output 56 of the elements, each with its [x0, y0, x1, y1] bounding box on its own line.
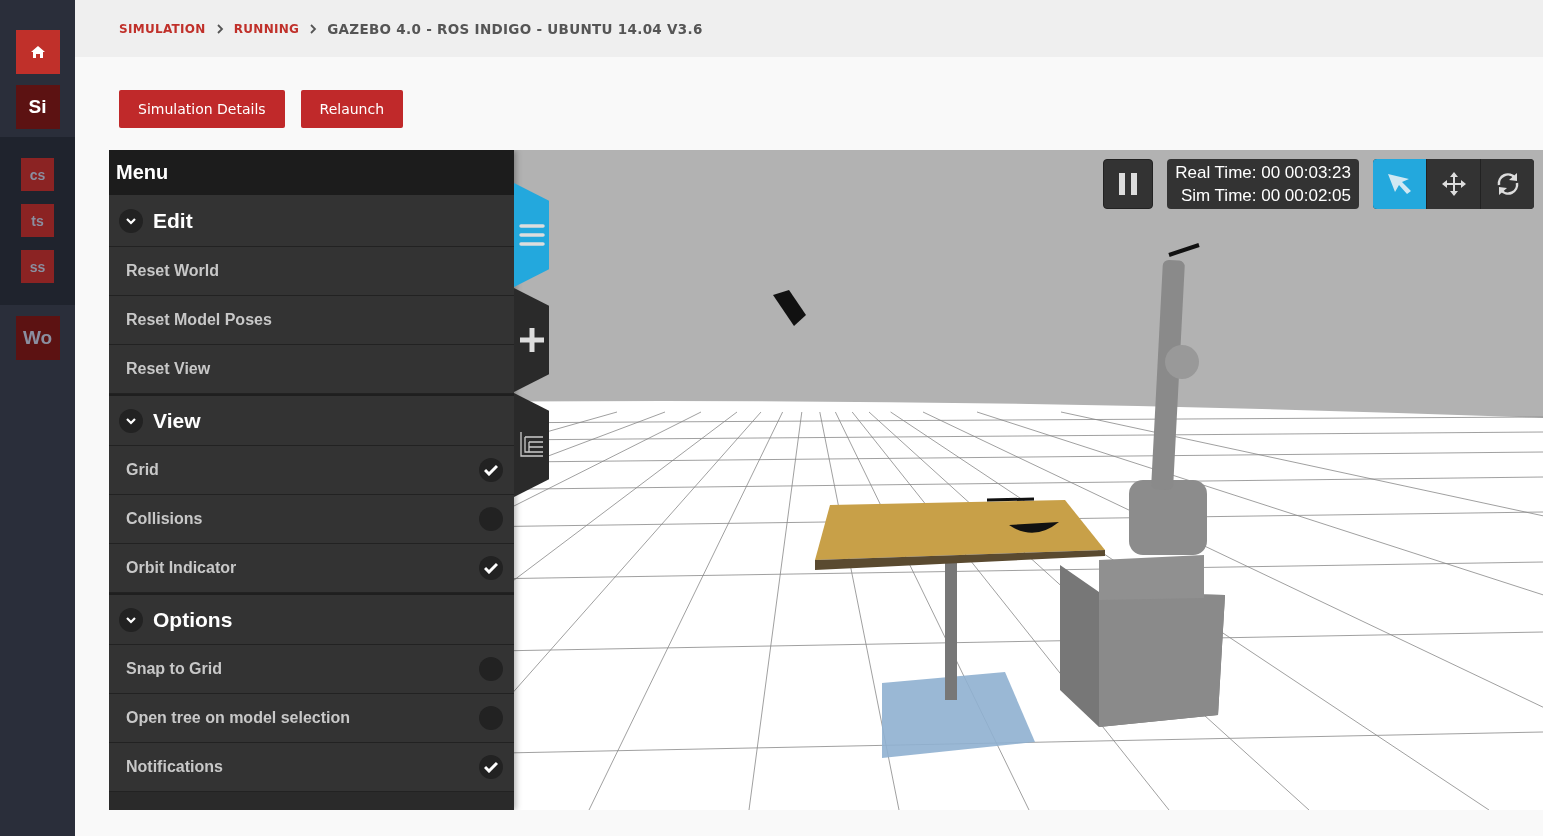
cursor-icon — [1386, 173, 1413, 195]
toggle-checkbox[interactable] — [479, 556, 503, 580]
mode-button[interactable] — [1427, 159, 1480, 209]
menu-title: Menu — [109, 150, 514, 195]
menu-item-label: Grid — [126, 461, 159, 479]
menu-item-label: Snap to Grid — [126, 660, 222, 678]
real-time-text: Real Time: 00 00:03:23 — [1175, 162, 1351, 184]
section-title: Edit — [153, 208, 193, 233]
menu-item-label: Reset View — [126, 360, 211, 378]
menu-section-header[interactable]: Edit — [109, 195, 514, 247]
check-icon — [484, 761, 498, 773]
bowl-drawing — [1009, 522, 1059, 533]
pause-icon — [1119, 173, 1138, 195]
details-button[interactable]: Simulation Details — [119, 90, 285, 128]
menu-item[interactable]: Grid — [109, 446, 514, 495]
breadcrumb-current: GAZEBO 4.0 - ROS INDIGO - UBUNTU 14.04 V3.6 — [327, 20, 703, 37]
check-icon — [484, 562, 498, 574]
menu-item-label: Reset World — [126, 262, 220, 280]
toggle-checkbox[interactable] — [479, 458, 503, 482]
menu-item[interactable]: Reset View — [109, 345, 514, 394]
menu-item-label: Orbit Indicator — [126, 559, 237, 577]
sidebar-item[interactable]: Wo — [15, 316, 60, 360]
home-button[interactable] — [15, 30, 60, 74]
menu-item-label: Open tree on model selection — [126, 709, 351, 727]
menu-item[interactable]: Reset World — [109, 247, 514, 296]
menu-item-label: Notifications — [126, 758, 223, 776]
side-tab[interactable] — [514, 393, 549, 497]
relaunch-button[interactable]: Relaunch — [300, 90, 404, 128]
menu-item[interactable]: Orbit Indicator — [109, 544, 514, 593]
plus-icon — [518, 327, 545, 353]
menu-section-header[interactable]: View — [109, 394, 514, 446]
pause-button[interactable] — [1103, 159, 1154, 209]
menu-item-label: Collisions — [126, 510, 203, 528]
move-arrows-icon — [1440, 171, 1467, 197]
floating-object-drawing — [773, 290, 806, 326]
menu-section-header[interactable]: Options — [109, 593, 514, 645]
check-icon — [484, 464, 498, 476]
menu-item-label: Reset Model Poses — [126, 311, 272, 329]
sidebar-item[interactable]: Si — [15, 85, 60, 129]
breadcrumb-link[interactable]: RUNNING — [233, 21, 300, 36]
tree-icon — [519, 432, 544, 458]
menu-icon — [518, 223, 545, 247]
menu-item[interactable]: Notifications — [109, 743, 514, 792]
chevron-icon — [309, 23, 318, 34]
menu-item[interactable]: Reset Model Poses — [109, 296, 514, 345]
menu-item[interactable]: Snap to Grid — [109, 645, 514, 694]
toggle-checkbox[interactable] — [479, 755, 503, 779]
menu-item[interactable]: Open tree on model selection — [109, 694, 514, 743]
menu-item[interactable]: Collisions — [109, 495, 514, 544]
sim-time-text: Sim Time: 00 00:02:05 — [1180, 185, 1351, 207]
chevron-icon — [215, 23, 224, 34]
section-title: Options — [153, 607, 233, 632]
breadcrumb-link[interactable]: SIMULATION — [119, 21, 206, 36]
section-title: View — [153, 408, 201, 433]
home-icon — [29, 45, 46, 59]
mode-button[interactable] — [1481, 159, 1534, 209]
